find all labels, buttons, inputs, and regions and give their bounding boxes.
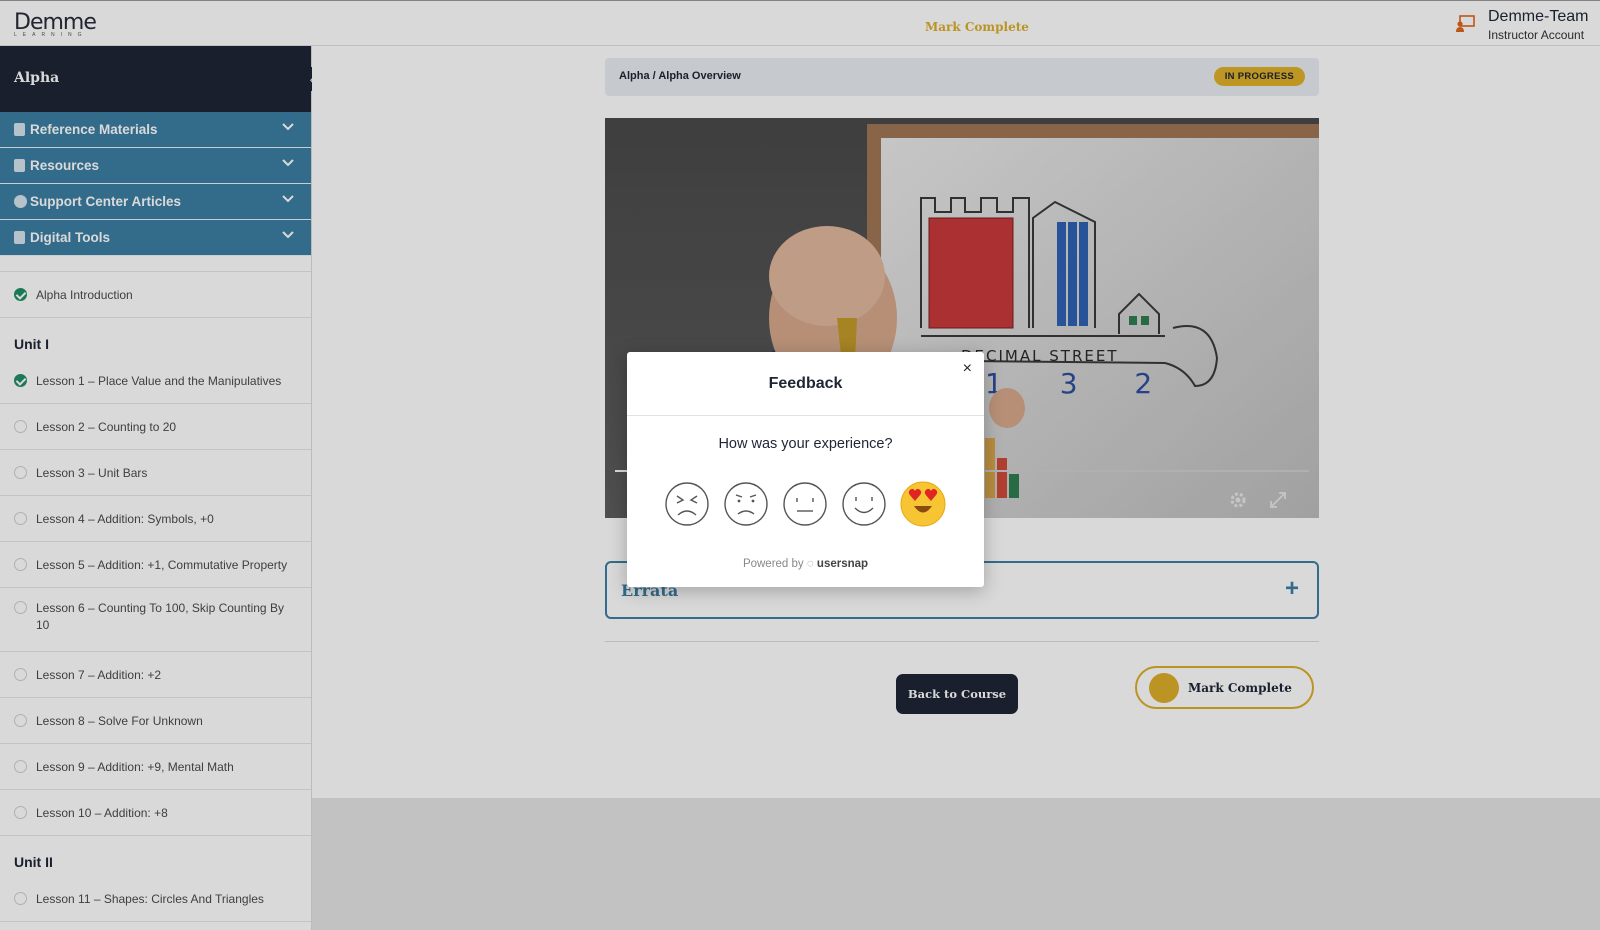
powered-brand: usersnap bbox=[816, 558, 869, 570]
powered-prefix: Powered by bbox=[742, 558, 804, 570]
close-icon[interactable]: × bbox=[963, 360, 972, 378]
feedback-question: How was your experience? bbox=[718, 436, 893, 452]
dissatisfied-face-icon[interactable] bbox=[723, 481, 769, 527]
very-satisfied-face-icon[interactable] bbox=[900, 481, 946, 527]
feedback-modal: Feedback × How was your experience? Powe… bbox=[627, 352, 984, 587]
neutral-face-icon[interactable] bbox=[782, 481, 828, 527]
rating-scale bbox=[664, 481, 949, 527]
usersnap-logo-icon: ◌ bbox=[806, 558, 814, 570]
very-dissatisfied-face-icon[interactable] bbox=[664, 481, 710, 527]
powered-by[interactable]: Powered by ◌ usersnap bbox=[627, 558, 984, 570]
satisfied-face-icon[interactable] bbox=[841, 481, 887, 527]
modal-divider bbox=[627, 415, 984, 416]
modal-title: Feedback bbox=[768, 375, 843, 392]
